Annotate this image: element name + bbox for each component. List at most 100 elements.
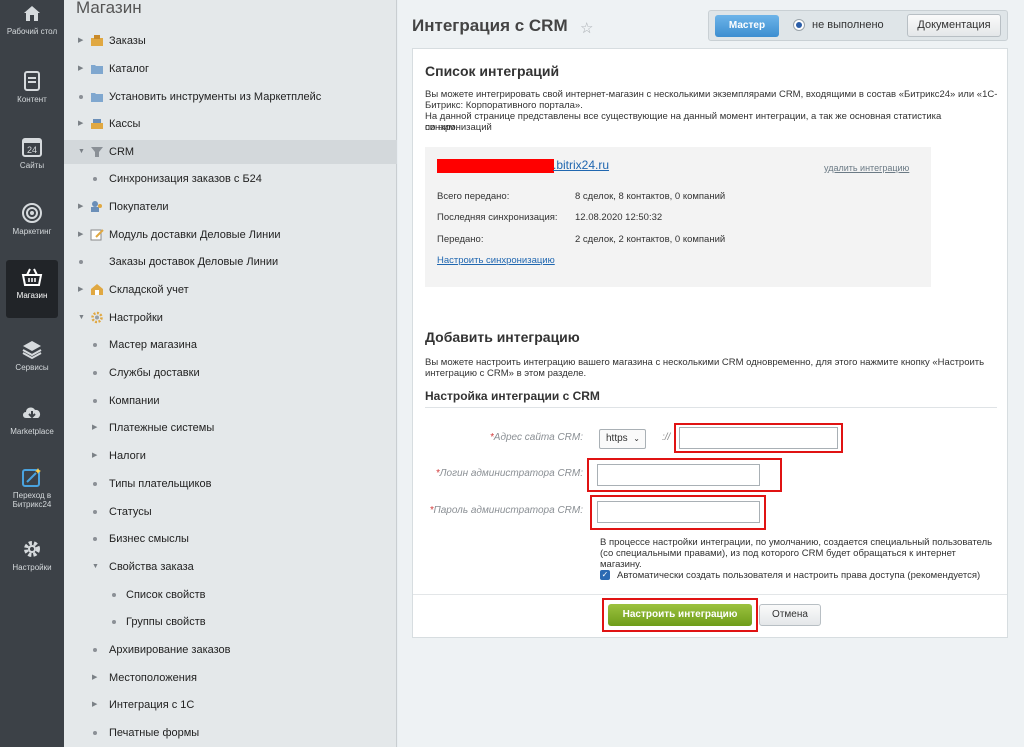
rail-item-bitrix24[interactable]: Переход в Битрикс24 xyxy=(0,466,64,509)
sidebar-item-statuses[interactable]: Статусы xyxy=(64,500,397,524)
sidebar-item-order-archiving[interactable]: Архивирование заказов xyxy=(64,638,397,662)
divider xyxy=(425,407,997,408)
sidebar-item-property-list[interactable]: Список свойств xyxy=(64,583,397,607)
note-line-1: В процессе настройки интеграции, по умол… xyxy=(600,537,993,548)
sidebar-item-payment-systems[interactable]: ▶ Платежные системы xyxy=(64,416,397,440)
chevron-right-icon: ▶ xyxy=(78,120,84,127)
chevron-down-icon: ▼ xyxy=(78,314,85,321)
setup-integration-button[interactable]: Настроить интеграцию xyxy=(608,604,752,626)
sidebar-item-label: Установить инструменты из Маркетплейс xyxy=(109,91,322,103)
sidebar-item-label: Каталог xyxy=(109,63,149,75)
sidebar-item-label: Кассы xyxy=(109,118,141,130)
sidebar-item-label: Бизнес смыслы xyxy=(109,533,189,545)
chevron-down-icon: ▼ xyxy=(92,563,99,570)
chevron-right-icon: ▶ xyxy=(78,203,84,210)
sidebar-item-label: Типы плательщиков xyxy=(109,478,212,490)
sidebar-item-warehouse[interactable]: ▶ Складской учет xyxy=(64,278,397,302)
sidebar-item-taxes[interactable]: ▶ Налоги xyxy=(64,444,397,468)
sidebar-item-buyers[interactable]: ▶ Покупатели xyxy=(64,195,397,219)
crm-address-label: *Адрес сайта CRM: xyxy=(433,432,583,443)
delete-integration-link[interactable]: удалить интеграцию xyxy=(824,163,909,173)
sidebar-item-label: Архивирование заказов xyxy=(109,644,231,656)
total-sent-value: 8 сделок, 8 контактов, 0 компаний xyxy=(575,191,726,202)
sidebar-item-locations[interactable]: ▶ Местоположения xyxy=(64,666,397,690)
chevron-right-icon: ▶ xyxy=(92,452,98,459)
rail-item-marketing[interactable]: Маркетинг xyxy=(0,202,64,236)
sidebar-item-delivery-module[interactable]: ▶ Модуль доставки Деловые Линии xyxy=(64,223,397,247)
admin-login-label-text: Логин администратора CRM: xyxy=(439,468,583,479)
sidebar-item-label: Компании xyxy=(109,395,160,407)
sidebar-item-business-meanings[interactable]: Бизнес смыслы xyxy=(64,527,397,551)
sidebar-item-label: Печатные формы xyxy=(109,727,200,739)
sidebar-item-catalog[interactable]: ▶ Каталог xyxy=(64,57,397,81)
master-button[interactable]: Мастер xyxy=(715,15,779,37)
sidebar-item-orders[interactable]: ▶ Заказы xyxy=(64,29,397,53)
documentation-button[interactable]: Документация xyxy=(907,14,1001,37)
protocol-select[interactable]: https ⌄ xyxy=(599,429,646,449)
setup-sync-link[interactable]: Настроить синхронизацию xyxy=(437,255,555,266)
admin-login-input[interactable] xyxy=(597,464,760,486)
auto-create-user-label: Автоматически создать пользователя и нас… xyxy=(617,570,981,581)
rail-item-desktop[interactable]: Рабочий стол xyxy=(0,2,64,36)
sidebar-item-payer-types[interactable]: Типы плательщиков xyxy=(64,472,397,496)
sidebar-item-settings[interactable]: ▼ Настройки xyxy=(64,306,397,330)
sidebar-item-marketplace-tools[interactable]: Установить инструменты из Маркетплейс xyxy=(64,85,397,109)
integration-item: .bitrix24.ru удалить интеграцию Всего пе… xyxy=(425,147,931,287)
main-area: Интеграция с CRM ☆ Мастер не выполнено Д… xyxy=(398,0,1024,747)
content-card: Список интеграций Вы можете интегрироват… xyxy=(412,48,1008,638)
rail-item-marketplace[interactable]: Marketplace xyxy=(0,402,64,436)
crm-address-input[interactable] xyxy=(679,427,838,449)
sidebar-item-1c-integration[interactable]: ▶ Интеграция с 1С xyxy=(64,693,397,717)
divider xyxy=(413,594,1007,595)
sidebar-item-delivery-orders[interactable]: Заказы доставок Деловые Линии xyxy=(64,250,397,274)
integration-domain-link[interactable]: .bitrix24.ru xyxy=(553,158,609,172)
star-icon[interactable]: ☆ xyxy=(580,19,593,37)
sidebar-item-label: Настройки xyxy=(109,312,163,324)
rail-item-settings[interactable]: Настройки xyxy=(0,538,64,572)
sidebar-item-label: Заказы xyxy=(109,35,146,47)
sidebar-item-label: Местоположения xyxy=(109,672,197,684)
rail-item-shop[interactable]: Магазин xyxy=(6,260,58,318)
admin-password-input[interactable] xyxy=(597,501,760,523)
chevron-down-icon: ▼ xyxy=(78,148,85,155)
cloud-download-icon xyxy=(23,407,41,419)
sent-label: Передано: xyxy=(437,234,484,245)
auto-create-user-checkbox[interactable]: ✓ xyxy=(600,570,610,580)
chevron-down-icon: ⌄ xyxy=(633,434,640,443)
list-description-line-3: На данной странице представлены все суще… xyxy=(425,111,942,133)
last-sync-label: Последняя синхронизация: xyxy=(437,212,558,223)
cancel-button[interactable]: Отмена xyxy=(759,604,821,626)
rail-item-label: Сайты xyxy=(19,161,45,170)
rail-item-sites[interactable]: 24 Сайты xyxy=(0,136,64,170)
admin-password-label-text: Пароль администратора CRM: xyxy=(433,505,583,516)
rail-item-services[interactable]: Сервисы xyxy=(0,338,64,372)
rail-item-label: Настройки xyxy=(12,563,52,572)
sidebar-item-print-forms[interactable]: Печатные формы xyxy=(64,721,397,745)
crm-settings-subtitle: Настройка интеграции с CRM xyxy=(425,389,600,403)
protocol-value: https xyxy=(606,433,628,444)
status-radio[interactable] xyxy=(793,19,805,31)
gear-icon xyxy=(24,541,40,557)
chevron-right-icon: ▶ xyxy=(78,231,84,238)
sidebar-item-shop-wizard[interactable]: Мастер магазина xyxy=(64,333,397,357)
sidebar-item-label: Налоги xyxy=(109,450,146,462)
bullet-icon xyxy=(79,260,83,264)
sidebar-item-delivery-services[interactable]: Службы доставки xyxy=(64,361,397,385)
sidebar-item-order-properties[interactable]: ▼ Свойства заказа xyxy=(64,555,397,579)
status-text: не выполнено xyxy=(812,19,884,31)
sidebar-item-crm[interactable]: ▼ CRM xyxy=(64,140,397,164)
sidebar-item-sync-b24[interactable]: Синхронизация заказов с Б24 xyxy=(64,167,397,191)
sidebar-item-label: Складской учет xyxy=(109,284,189,296)
cashbox-icon xyxy=(91,119,103,129)
sidebar-item-property-groups[interactable]: Группы свойств xyxy=(64,610,397,634)
sidebar-item-cashboxes[interactable]: ▶ Кассы xyxy=(64,112,397,136)
bullet-icon xyxy=(93,371,97,375)
add-description-line-1: Вы можете настроить интеграцию вашего ма… xyxy=(425,357,985,368)
rail-item-label: Рабочий стол xyxy=(6,27,58,36)
home-icon xyxy=(24,6,40,21)
list-description-line-1: Вы можете интегрировать свой интернет-ма… xyxy=(425,89,998,100)
chevron-right-icon: ▶ xyxy=(92,674,98,681)
warehouse-icon xyxy=(91,284,103,295)
sidebar-item-companies[interactable]: Компании xyxy=(64,389,397,413)
rail-item-content[interactable]: Контент xyxy=(0,70,64,104)
